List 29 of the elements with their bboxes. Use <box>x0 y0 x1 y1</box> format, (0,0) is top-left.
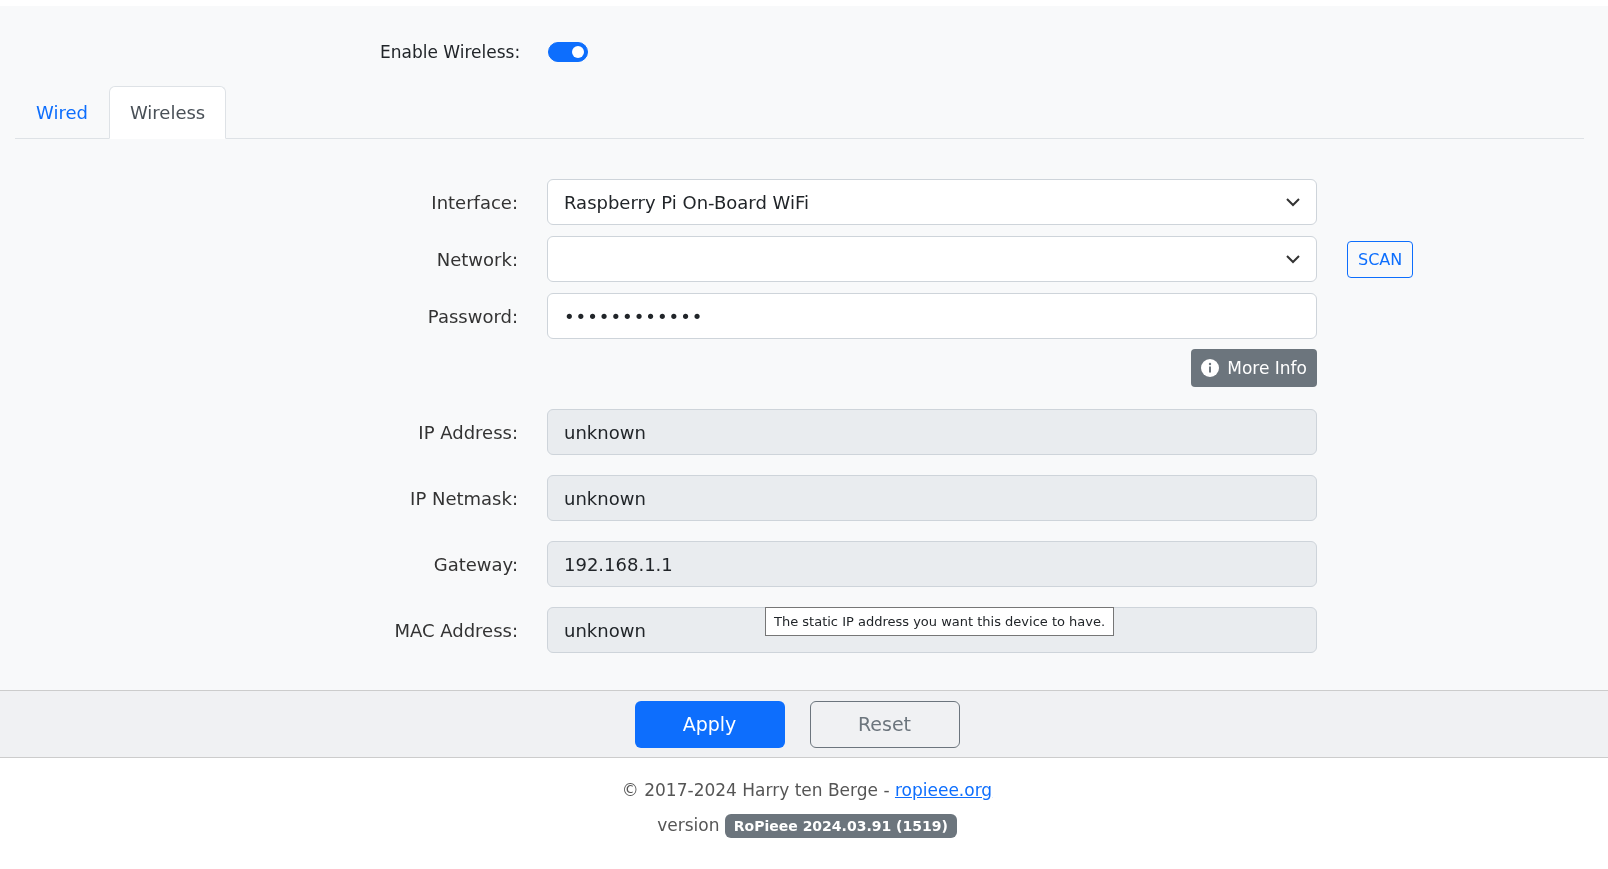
readonly-field: unknown <box>547 409 1317 455</box>
tooltip: The static IP address you want this device to have. <box>765 607 1115 636</box>
field-label: Password: <box>426 305 518 327</box>
tab[interactable]: Wireless <box>108 86 227 139</box>
wireless-toggle[interactable] <box>548 41 589 62</box>
readonly-field: 192.168.1.1 <box>547 541 1317 587</box>
field-label: MAC Address: <box>393 619 518 641</box>
chevron-down-icon <box>1286 254 1300 264</box>
reset-button[interactable]: Reset <box>809 700 960 748</box>
version-badge: RoPieee 2024.03.91 (1519) <box>724 814 957 838</box>
website-link[interactable]: ropieee.org <box>894 780 993 800</box>
dropdown-field[interactable]: Raspberry Pi On-Board WiFi <box>547 179 1317 225</box>
scan-button[interactable]: SCAN <box>1347 240 1414 278</box>
field-label: IP Address: <box>417 421 518 443</box>
field-label: Gateway: <box>432 553 518 575</box>
enable-wireless-label: Enable Wireless: <box>380 41 521 62</box>
field-label: Network: <box>435 248 518 270</box>
readonly-field: unknown <box>547 475 1317 521</box>
field-label: IP Netmask: <box>409 487 518 509</box>
version-label: version <box>657 815 720 835</box>
field-label: Interface: <box>430 191 518 213</box>
apply-button[interactable]: Apply <box>634 700 785 748</box>
dropdown-field[interactable] <box>547 236 1317 282</box>
tab[interactable]: Wired <box>15 86 109 138</box>
password-field[interactable]: •••••••••••• <box>547 293 1317 339</box>
chevron-down-icon <box>1286 197 1300 207</box>
copyright-text: © 2017-2024 Harry ten Berge - <box>621 780 890 800</box>
more-info-button[interactable]: More Info <box>1191 349 1317 387</box>
info-icon <box>1201 359 1220 377</box>
